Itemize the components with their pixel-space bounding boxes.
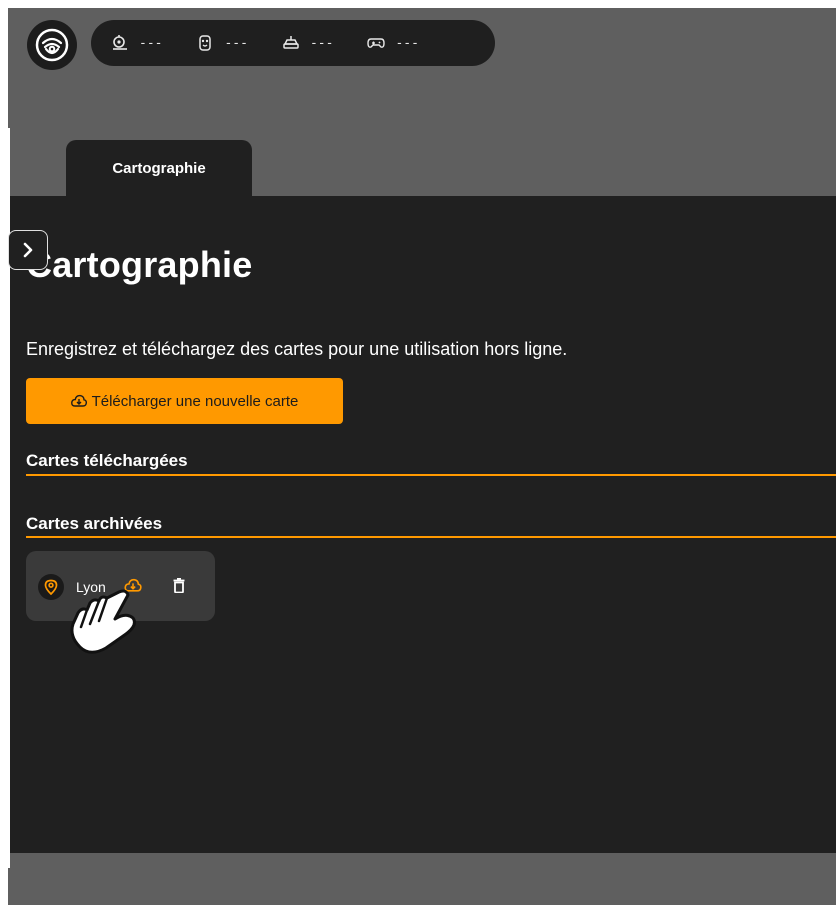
status-robot: --- — [111, 34, 162, 52]
trash-icon[interactable] — [173, 578, 185, 593]
status-gamepad: --- — [367, 34, 419, 52]
status-robot-value: --- — [139, 35, 163, 51]
downloaded-maps-divider — [26, 474, 836, 476]
archived-maps-divider — [26, 536, 836, 538]
gamepad-icon — [367, 38, 386, 48]
tab-label: Cartographie — [112, 160, 206, 177]
robot-icon — [113, 35, 127, 50]
status-vehicle-value: --- — [309, 35, 334, 51]
battery-icon — [199, 35, 212, 51]
archived-maps-title: Cartes archivées — [26, 514, 163, 533]
tab-cartographie[interactable]: Cartographie — [66, 140, 252, 197]
download-new-map-button[interactable]: Télécharger une nouvelle carte — [26, 378, 343, 424]
status-gamepad-value: --- — [395, 35, 419, 51]
download-new-map-label: Télécharger une nouvelle carte — [91, 392, 299, 410]
hand-cursor-icon — [70, 589, 136, 654]
page-description: Enregistrez et téléchargez des cartes po… — [26, 339, 568, 359]
page-title: Cartographie — [26, 244, 253, 285]
chevron-right-icon — [23, 242, 33, 258]
sidebar-toggle-button[interactable] — [8, 230, 48, 270]
downloaded-maps-title: Cartes téléchargées — [26, 451, 188, 470]
app-logo[interactable] — [27, 20, 77, 70]
status-bar: --- --- --- --- — [91, 20, 495, 66]
status-battery: --- — [196, 34, 248, 52]
map-pin-badge — [38, 574, 64, 600]
status-vehicle: --- — [282, 34, 333, 52]
cloud-download-icon — [70, 394, 87, 407]
vehicle-icon — [283, 36, 299, 49]
map-pin-icon — [44, 579, 58, 595]
status-battery-value: --- — [224, 35, 248, 51]
logo-icon — [35, 28, 69, 62]
